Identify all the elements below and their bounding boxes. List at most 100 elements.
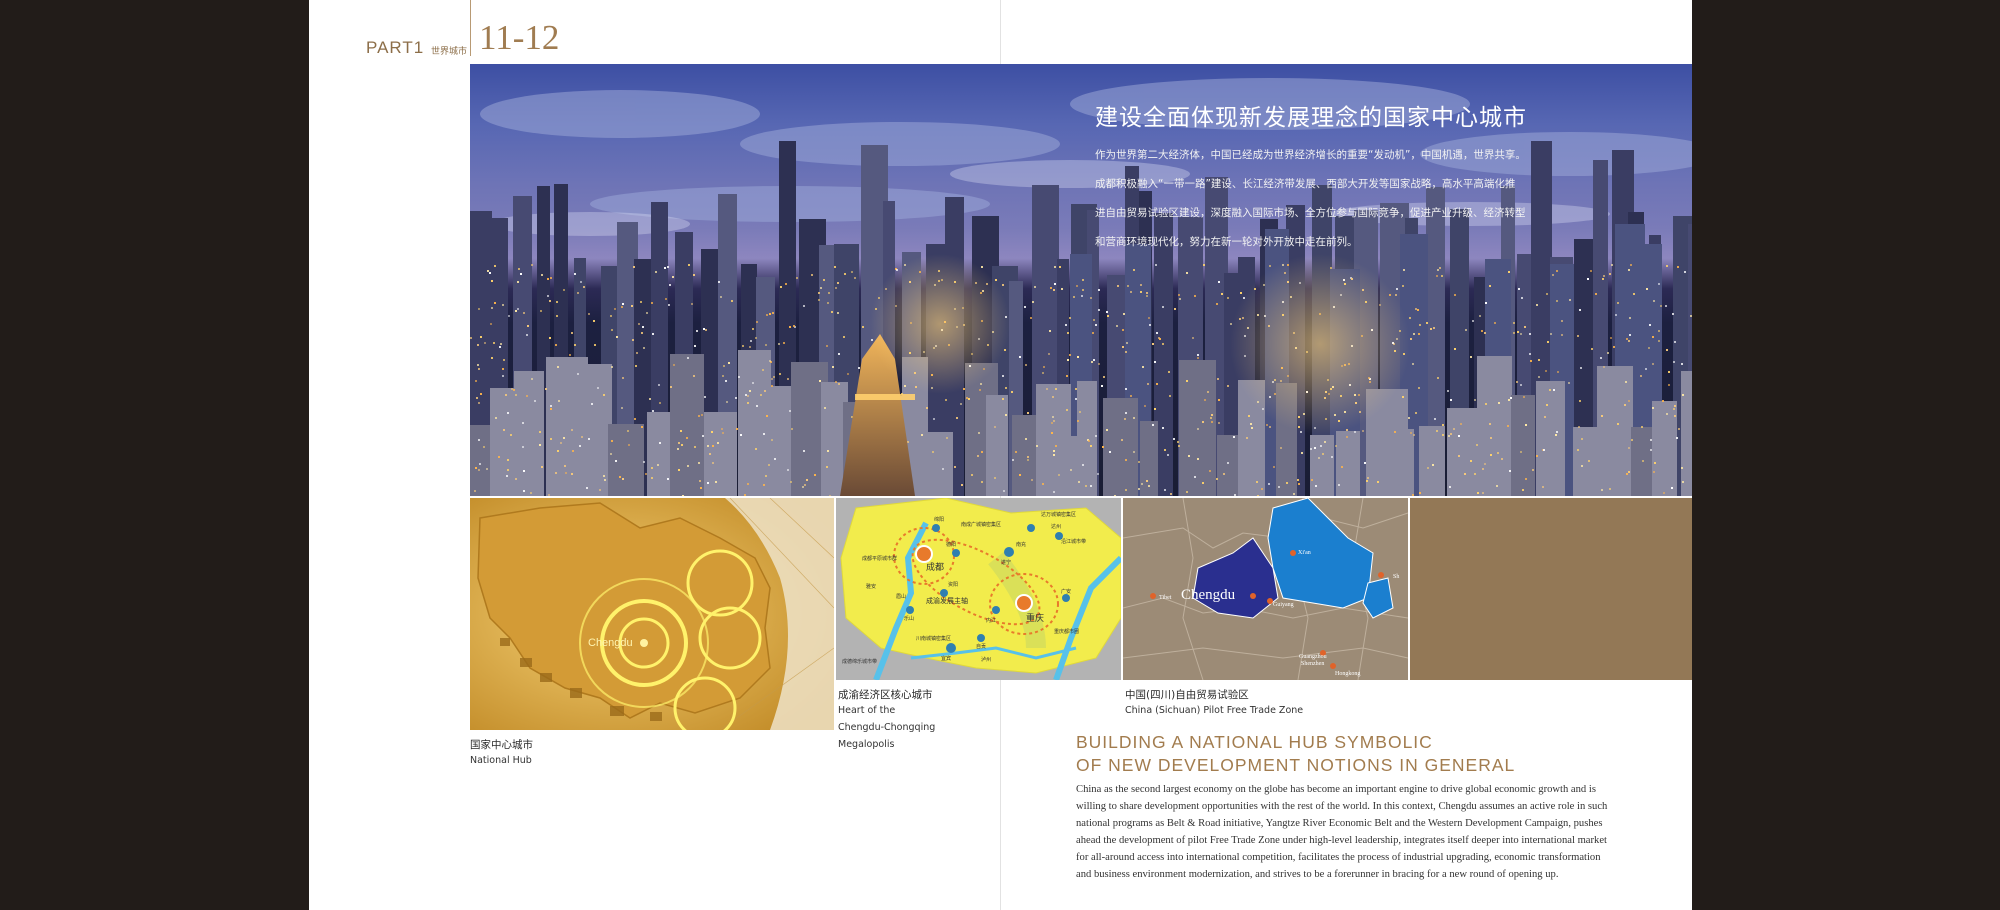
- window-light: [1490, 454, 1492, 456]
- window-light: [594, 344, 596, 346]
- window-light: [1366, 480, 1368, 482]
- window-light: [926, 407, 928, 409]
- window-light: [1354, 431, 1356, 433]
- window-light: [1138, 488, 1140, 490]
- window-light: [1078, 481, 1080, 483]
- window-light: [489, 272, 491, 274]
- window-light: [1464, 473, 1466, 475]
- window-light: [1246, 437, 1248, 439]
- window-light: [477, 344, 479, 346]
- window-light: [507, 459, 509, 461]
- window-light: [1019, 356, 1021, 358]
- window-light: [502, 368, 504, 370]
- window-light: [574, 273, 576, 275]
- window-light: [755, 337, 757, 339]
- window-light: [1666, 349, 1668, 351]
- window-light: [1484, 332, 1486, 334]
- window-light: [622, 377, 624, 379]
- window-light: [1600, 357, 1602, 359]
- window-light: [659, 442, 661, 444]
- skyline-block: [1103, 398, 1138, 496]
- region-city2-label: 重庆: [1026, 612, 1044, 624]
- window-light: [946, 437, 948, 439]
- window-light: [740, 434, 742, 436]
- window-light: [1536, 304, 1538, 306]
- window-light: [1109, 451, 1111, 453]
- window-light: [1403, 269, 1405, 271]
- window-light: [1626, 473, 1628, 475]
- window-light: [966, 397, 968, 399]
- window-light: [1367, 477, 1369, 479]
- window-light: [1202, 421, 1204, 423]
- window-light: [1603, 275, 1605, 277]
- window-light: [1106, 429, 1108, 431]
- window-light: [668, 304, 670, 306]
- window-light: [1102, 446, 1104, 448]
- window-light: [631, 305, 633, 307]
- window-light: [980, 383, 982, 385]
- window-light: [749, 390, 751, 392]
- window-light: [1211, 414, 1213, 416]
- window-light: [1052, 416, 1054, 418]
- window-light: [1130, 291, 1132, 293]
- window-light: [703, 328, 705, 330]
- window-light: [700, 487, 702, 489]
- window-light: [693, 375, 695, 377]
- window-light: [1053, 450, 1055, 452]
- window-light: [510, 434, 512, 436]
- window-light: [1510, 397, 1512, 399]
- window-light: [672, 276, 674, 278]
- window-light: [1052, 396, 1054, 398]
- window-light: [1516, 381, 1518, 383]
- window-light: [1413, 333, 1415, 335]
- window-light: [1628, 269, 1630, 271]
- window-light: [1148, 485, 1150, 487]
- window-light: [749, 346, 751, 348]
- window-light: [1335, 445, 1337, 447]
- window-light: [1615, 314, 1617, 316]
- window-light: [506, 475, 508, 477]
- window-light: [1520, 451, 1522, 453]
- window-light: [1434, 418, 1436, 420]
- window-light: [1125, 412, 1127, 414]
- skyline-block: [514, 371, 544, 496]
- window-light: [652, 410, 654, 412]
- window-light: [694, 446, 696, 448]
- region-axis-label: 成渝发展主轴: [926, 596, 968, 605]
- window-light: [1048, 353, 1050, 355]
- window-light: [1076, 285, 1078, 287]
- region-zone-label: 达万城镇密集区: [1041, 511, 1076, 518]
- window-light: [1095, 435, 1097, 437]
- window-light: [1156, 383, 1158, 385]
- window-light: [539, 431, 541, 433]
- window-light: [1159, 338, 1161, 340]
- window-light: [1257, 495, 1259, 496]
- english-body-line: and business environment modernization, …: [1076, 869, 1559, 880]
- window-light: [1251, 427, 1253, 429]
- caption-en: Heart of the: [838, 705, 896, 716]
- window-light: [1603, 366, 1605, 368]
- window-light: [780, 286, 782, 288]
- window-light: [835, 381, 837, 383]
- window-light: [491, 357, 493, 359]
- window-light: [1626, 338, 1628, 340]
- window-light: [1611, 264, 1613, 266]
- window-light: [1523, 396, 1525, 398]
- window-light: [1223, 473, 1225, 475]
- window-light: [1550, 333, 1552, 335]
- window-light: [555, 472, 557, 474]
- window-light: [1442, 424, 1444, 426]
- window-light: [1532, 469, 1534, 471]
- window-light: [1015, 451, 1017, 453]
- window-light: [1481, 330, 1483, 332]
- window-light: [945, 399, 947, 401]
- window-light: [619, 476, 621, 478]
- window-light: [1525, 478, 1527, 480]
- window-light: [1454, 348, 1456, 350]
- hero-paragraph-line: 作为世界第二大经济体，中国已经成为世界经济增长的重要“发动机”，中国机遇，世界共…: [1095, 149, 1526, 161]
- window-light: [1179, 298, 1181, 300]
- window-light: [502, 304, 504, 306]
- window-light: [1601, 489, 1603, 491]
- window-light: [1315, 485, 1317, 487]
- window-light: [747, 402, 749, 404]
